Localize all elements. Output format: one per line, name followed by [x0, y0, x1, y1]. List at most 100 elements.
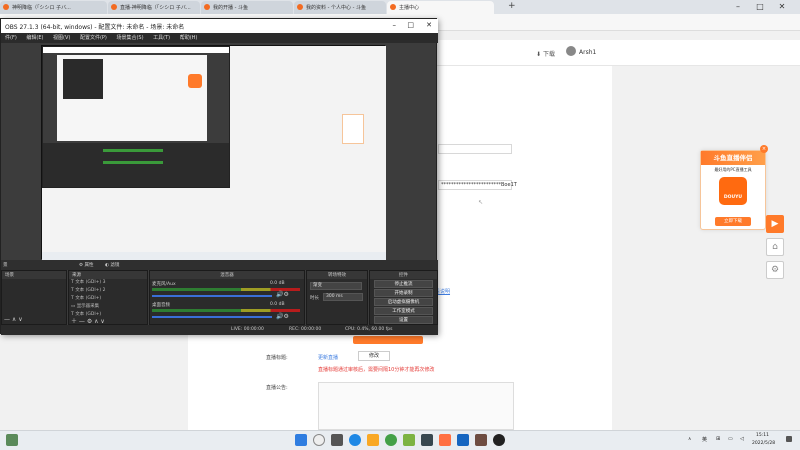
browser-tab-5[interactable]: 主播中心 — [387, 1, 494, 14]
source-item[interactable]: T 文本 (GDI+) 2 — [69, 287, 147, 295]
source-toolbar: 景 ⚙ 属性 ◐ 滤镜 — [1, 260, 438, 270]
notification-icon[interactable] — [786, 436, 792, 442]
obs-title-bar: OBS 27.1.3 (64-bit, windows) - 配置文件: 未命名… — [1, 19, 438, 33]
close-icon[interactable]: ✕ — [426, 21, 432, 29]
browser-tab-1[interactable]: 神明降临（「シシロ 子バ... — [0, 1, 107, 14]
nested-promo-icon — [188, 74, 202, 88]
speaker-icon[interactable]: 🔊⚙ — [276, 291, 289, 298]
obs-icon[interactable] — [493, 434, 505, 446]
search-icon[interactable] — [313, 434, 325, 446]
browser-tab-3[interactable]: 我的开播 - 斗鱼 — [201, 1, 293, 14]
douyu-favicon-icon — [297, 4, 303, 10]
user-name[interactable]: Arsh1 — [579, 49, 596, 56]
menu-tools[interactable]: 工具(T) — [153, 35, 170, 41]
edge-icon[interactable] — [349, 434, 361, 446]
close-icon[interactable]: ✕ — [774, 2, 790, 12]
transition-select[interactable]: 渐变 — [310, 282, 362, 290]
sources-header: 来源 — [69, 271, 147, 279]
steam-icon[interactable] — [457, 434, 469, 446]
duration-input[interactable]: 300 ms — [323, 293, 363, 301]
cpu-status: CPU: 0.4%, 60.00 fps — [345, 327, 393, 332]
announce-textarea[interactable] — [318, 382, 514, 430]
announce-label: 直播公告: — [266, 385, 288, 391]
input-language[interactable]: 英 — [702, 436, 707, 443]
maximize-icon[interactable]: □ — [752, 2, 768, 12]
volume-slider[interactable] — [152, 316, 272, 318]
obs-window: OBS 27.1.3 (64-bit, windows) - 配置文件: 未命名… — [0, 18, 438, 335]
chrome-icon[interactable] — [385, 434, 397, 446]
obs-preview — [41, 45, 386, 260]
gear-button[interactable]: ⚙ — [766, 261, 784, 279]
maximize-icon[interactable]: □ — [407, 21, 414, 29]
modify-button[interactable]: 修改 — [358, 351, 390, 361]
settings-button[interactable]: 设置 — [374, 316, 433, 324]
home-button[interactable]: ⌂ — [766, 238, 784, 256]
promo-download-button[interactable]: 立即下载 — [715, 217, 751, 226]
mixer-channel-name: 桌面音频 — [152, 303, 170, 308]
volume-meter — [152, 309, 300, 312]
promo-subtitle: 最好用的PC直播工具 — [714, 167, 752, 172]
mixer-header: 混音器 — [150, 271, 304, 279]
tray-chevron-icon[interactable]: ∧ — [688, 437, 691, 442]
app-icon[interactable] — [421, 434, 433, 446]
title-value[interactable]: 更新直播 — [318, 354, 338, 361]
menu-scene-collection[interactable]: 场景集合(S) — [116, 35, 143, 41]
source-item[interactable]: T 文本 (GDI+) 3 — [69, 279, 147, 287]
menu-help[interactable]: 帮助(H) — [180, 35, 198, 41]
browser-tab-2[interactable]: 直播-神明降临（「シシロ 子バ... — [108, 1, 200, 14]
virtual-camera-button[interactable]: 启动虚拟摄像机 — [374, 298, 433, 306]
avatar[interactable] — [566, 46, 576, 56]
promo-title: 斗鱼直播伴侣 — [701, 151, 765, 165]
mixer-channel-level: 0.0 dB — [270, 302, 285, 307]
minimize-icon[interactable]: – — [393, 21, 397, 29]
promo-card[interactable]: 斗鱼直播伴侣 最好用的PC直播工具 DOUYU 立即下载 × — [700, 145, 768, 230]
transitions-dock: 转场特效 渐变 时长 300 ms — [306, 270, 368, 325]
douyu-favicon-icon — [204, 4, 210, 10]
filters-button[interactable]: ◐ 滤镜 — [105, 262, 119, 268]
orange-button[interactable] — [353, 336, 423, 344]
new-tab-button[interactable]: + — [508, 1, 516, 11]
start-icon[interactable] — [295, 434, 307, 446]
stream-key-field[interactable]: ************************Boe1T — [438, 180, 517, 190]
play-button[interactable]: ▶ — [766, 215, 784, 233]
nested-meter — [103, 161, 163, 164]
volume-icon[interactable]: ◁ — [740, 436, 744, 442]
clock-date[interactable]: 2022/5/28 — [752, 441, 775, 446]
sources-dock: 来源 T 文本 (GDI+) 3 T 文本 (GDI+) 2 T 文本 (GDI… — [68, 270, 148, 325]
menu-edit[interactable]: 编辑(E) — [26, 35, 43, 41]
controls-dock: 控件 停止推流 开始录制 启动虚拟摄像机 工作室模式 设置 — [369, 270, 438, 325]
menu-file[interactable]: 件(F) — [5, 35, 17, 41]
task-view-icon[interactable] — [331, 434, 343, 446]
app-icon[interactable] — [475, 434, 487, 446]
source-controls[interactable]: ＋ — ⚙ ∧ ∨ — [69, 316, 147, 325]
volume-slider[interactable] — [152, 295, 272, 297]
browser-tab-bar: 神明降临（「シシロ 子バ... 直播-神明降临（「シシロ 子バ... 我的开播 … — [0, 0, 800, 14]
start-recording-button[interactable]: 开始录制 — [374, 289, 433, 297]
widgets-icon[interactable] — [6, 434, 18, 446]
browser-tab-4[interactable]: 我的资料 - 个人中心 - 斗鱼 — [294, 1, 386, 14]
scenes-dock: 场景 — ∧ ∨ — [1, 270, 67, 325]
form-field[interactable] — [438, 144, 512, 154]
taskbar: ∧ 英 ⊞ ▭ ◁ 15:11 2022/5/28 — [0, 430, 800, 450]
menu-profile[interactable]: 配置文件(P) — [80, 35, 107, 41]
speaker-icon[interactable]: 🔊⚙ — [276, 313, 289, 320]
app-icon[interactable] — [439, 434, 451, 446]
clock-time[interactable]: 15:11 — [756, 433, 769, 438]
network-icon[interactable]: ▭ — [728, 436, 733, 442]
nested-promo-card — [342, 114, 364, 144]
rec-status: REC: 00:00:00 — [289, 327, 322, 332]
ime-icon[interactable]: ⊞ — [716, 436, 720, 442]
source-item[interactable]: T 文本 (GDI+) — [69, 295, 147, 303]
menu-view[interactable]: 视图(V) — [53, 35, 70, 41]
download-link[interactable]: ⬇ 下载 — [536, 49, 555, 58]
close-icon[interactable]: × — [760, 145, 768, 153]
file-explorer-icon[interactable] — [367, 434, 379, 446]
source-item[interactable]: ▭ 显示器采集 — [69, 303, 147, 311]
gear-icon: ⚙ — [770, 265, 780, 275]
minimize-icon[interactable]: – — [730, 2, 746, 12]
properties-button[interactable]: ⚙ 属性 — [79, 262, 93, 268]
app-icon[interactable] — [403, 434, 415, 446]
scene-controls[interactable]: — ∧ ∨ — [2, 316, 66, 324]
studio-mode-button[interactable]: 工作室模式 — [374, 307, 433, 315]
stop-stream-button[interactable]: 停止推流 — [374, 280, 433, 288]
